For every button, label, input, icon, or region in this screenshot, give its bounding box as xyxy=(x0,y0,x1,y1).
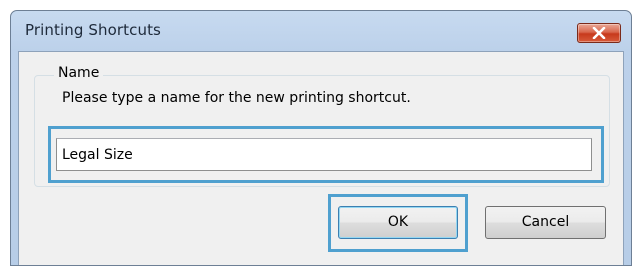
group-label: Name xyxy=(54,65,104,81)
close-icon xyxy=(592,27,606,39)
name-prompt: Please type a name for the new printing … xyxy=(62,90,411,106)
title-bar[interactable]: Printing Shortcuts xyxy=(11,11,631,51)
window-title: Printing Shortcuts xyxy=(25,21,161,39)
cancel-button[interactable]: Cancel xyxy=(485,206,606,239)
shortcut-name-input[interactable] xyxy=(56,138,592,171)
close-button[interactable] xyxy=(577,23,621,43)
ok-button[interactable]: OK xyxy=(338,206,458,239)
